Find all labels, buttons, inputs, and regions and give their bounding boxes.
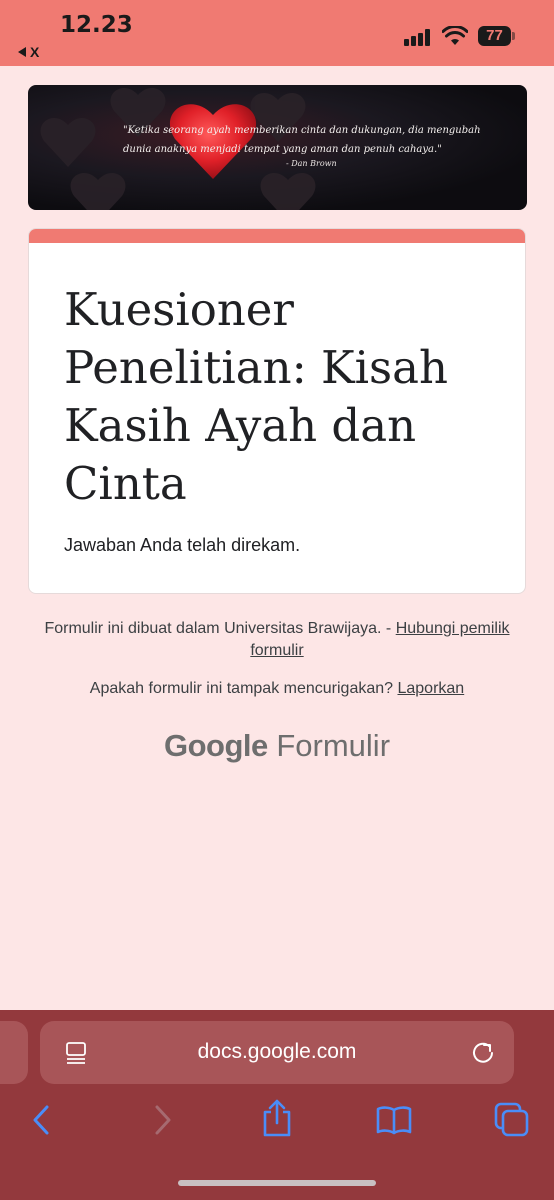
tabs-icon[interactable] bbox=[494, 1102, 530, 1138]
footer-suspicious-text: Apakah formulir ini tampak mencurigakan? bbox=[89, 680, 398, 697]
bookmarks-icon[interactable] bbox=[376, 1105, 412, 1135]
form-header-banner: "Ketika seorang ayah memberikan cinta da… bbox=[28, 85, 527, 210]
back-app-label: X bbox=[30, 44, 40, 60]
share-icon[interactable] bbox=[260, 1098, 294, 1138]
reload-icon[interactable] bbox=[470, 1040, 496, 1066]
google-forms-logo[interactable]: Google Formulir bbox=[0, 728, 554, 764]
back-arrow-icon bbox=[18, 47, 26, 57]
address-bar[interactable]: docs.google.com bbox=[40, 1021, 514, 1084]
report-link[interactable]: Laporkan bbox=[397, 680, 464, 697]
previous-tab-peek[interactable] bbox=[0, 1021, 28, 1084]
card-accent-bar bbox=[29, 229, 525, 243]
url-text: docs.google.com bbox=[197, 1040, 357, 1063]
battery-tip bbox=[512, 32, 515, 40]
footer-report: Apakah formulir ini tampak mencurigakan?… bbox=[30, 678, 524, 700]
home-indicator bbox=[178, 1180, 376, 1186]
form-title: Kuesioner Penelitian: Kisah Kasih Ayah d… bbox=[64, 283, 448, 510]
status-bar: 12.23 X 77 bbox=[0, 0, 554, 66]
footer-created-text: Formulir ini dibuat dalam Universitas Br… bbox=[44, 620, 396, 637]
confirmation-card: Kuesioner Penelitian: Kisah Kasih Ayah d… bbox=[28, 228, 526, 594]
battery-indicator: 77 bbox=[478, 26, 511, 46]
cellular-signal-icon bbox=[404, 28, 434, 46]
wifi-icon bbox=[442, 26, 468, 45]
banner-quote: "Ketika seorang ayah memberikan cinta da… bbox=[123, 125, 481, 155]
footer-created-by: Formulir ini dibuat dalam Universitas Br… bbox=[30, 618, 524, 662]
logo-forms-text: Formulir bbox=[276, 728, 391, 763]
banner-quote-author: - Dan Brown bbox=[286, 159, 337, 168]
logo-google-text: Google bbox=[163, 728, 268, 763]
status-time: 12.23 bbox=[60, 12, 133, 38]
back-icon[interactable] bbox=[30, 1103, 54, 1137]
forward-icon[interactable] bbox=[150, 1103, 174, 1137]
back-to-app-button[interactable]: X bbox=[18, 44, 39, 60]
response-recorded-message: Jawaban Anda telah direkam. bbox=[64, 535, 301, 555]
